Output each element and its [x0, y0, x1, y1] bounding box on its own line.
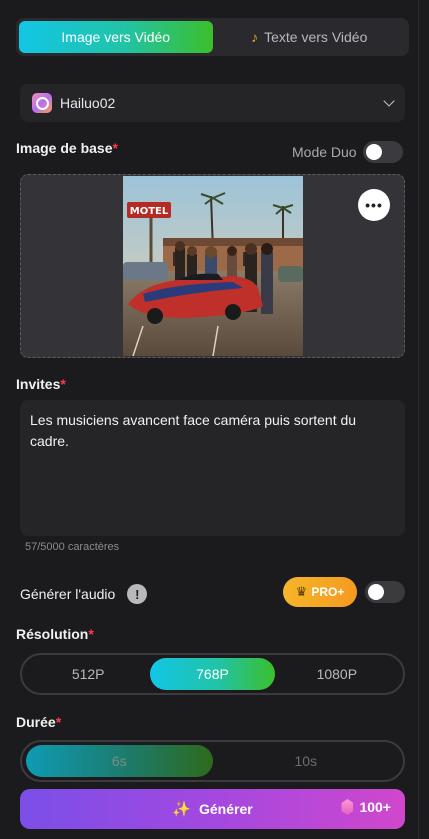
resolution-selector: 512P 768P 1080P [20, 653, 405, 695]
resolution-label-text: Résolution [16, 626, 89, 642]
duration-label-text: Durée [16, 714, 56, 730]
hailuo-logo-icon [32, 93, 52, 113]
side-panel: Image vers Vidéo ♪ Texte vers Vidéo Hail… [4, 0, 419, 839]
model-select[interactable]: Hailuo02 [20, 84, 405, 122]
duration-selector: 6s 10s [20, 740, 405, 782]
required-mark: * [112, 140, 118, 156]
pro-plus-label: PRO+ [311, 585, 345, 599]
info-icon[interactable]: ! [127, 584, 148, 604]
resolution-option-512p[interactable]: 512P [26, 658, 150, 690]
uploaded-image: MOTEL [123, 176, 303, 356]
generate-button[interactable]: ✨ Générer 100+ [20, 789, 405, 829]
model-name: Hailuo02 [60, 95, 116, 111]
base-image-label-text: Image de base [16, 140, 113, 156]
duo-mode: Mode Duo [292, 141, 403, 163]
pro-plus-badge[interactable]: ♛ PRO+ [283, 577, 357, 607]
credits-value: 100+ [359, 799, 391, 815]
magic-wand-icon: ✨ [172, 801, 191, 818]
tab-text-to-video-label: Texte vers Vidéo [264, 29, 368, 45]
uploaded-image-graphic: MOTEL [123, 176, 303, 356]
duration-option-6s[interactable]: 6s [26, 745, 213, 777]
tab-text-to-video[interactable]: ♪ Texte vers Vidéo [213, 21, 407, 53]
svg-text:MOTEL: MOTEL [130, 206, 169, 217]
required-mark: * [60, 376, 66, 392]
prompt-label-text: Invites [16, 376, 61, 392]
duo-mode-toggle[interactable] [362, 141, 403, 163]
audio-row: Générer l'audio ! [20, 584, 148, 604]
mode-tabs: Image vers Vidéo ♪ Texte vers Vidéo [16, 18, 409, 56]
tab-image-to-video-label: Image vers Vidéo [61, 29, 171, 45]
music-note-icon: ♪ [251, 29, 259, 45]
base-image-label: Image de base* [16, 140, 118, 156]
required-mark: * [88, 626, 94, 642]
resolution-label: Résolution* [16, 626, 94, 642]
prompt-char-counter: 57/5000 caractères [25, 541, 120, 553]
crown-icon: ♛ [295, 584, 308, 599]
resolution-option-768p[interactable]: 768P [150, 658, 275, 690]
gem-icon [341, 799, 354, 815]
image-upload-area[interactable]: MOTEL ••• [20, 174, 405, 358]
tab-image-to-video[interactable]: Image vers Vidéo [19, 21, 213, 53]
credits-cost: 100+ [341, 799, 391, 815]
prompt-label: Invites* [16, 376, 66, 392]
resolution-option-1080p[interactable]: 1080P [275, 658, 399, 690]
generate-label: Générer [198, 801, 253, 817]
prompt-textarea[interactable]: Les musiciens avancent face caméra puis … [20, 400, 405, 536]
required-mark: * [55, 714, 62, 730]
image-more-options-button[interactable]: ••• [358, 189, 390, 221]
duo-mode-label: Mode Duo [292, 144, 357, 160]
generate-button-content: ✨ Générer [172, 800, 252, 818]
duration-label: Durée* [16, 714, 61, 730]
audio-toggle[interactable] [365, 581, 405, 603]
more-options-icon: ••• [365, 197, 383, 213]
audio-label: Générer l'audio [20, 586, 116, 602]
chevron-down-icon [383, 95, 395, 107]
duration-option-10s[interactable]: 10s [213, 745, 400, 777]
